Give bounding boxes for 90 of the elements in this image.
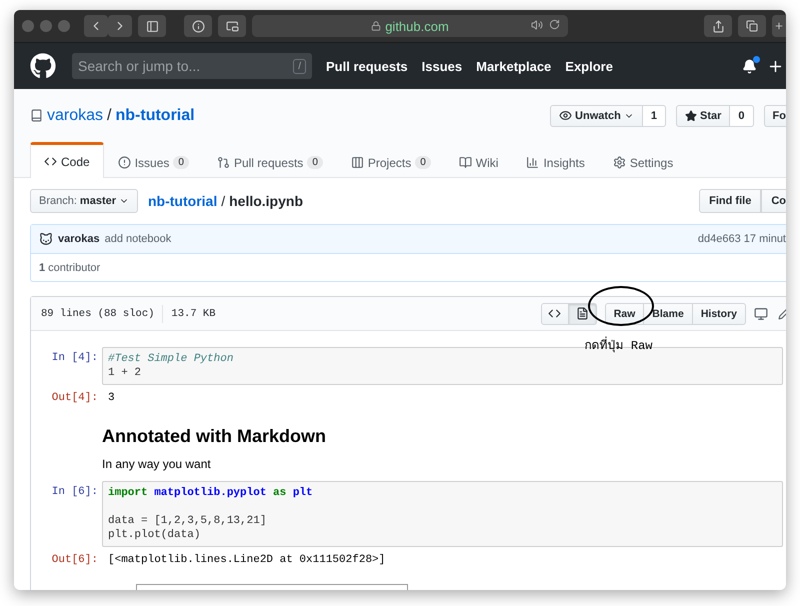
branch-button[interactable]: Branch: master bbox=[30, 189, 138, 213]
input-prompt: In [6]: bbox=[50, 485, 99, 500]
lock-icon bbox=[371, 21, 382, 31]
star-button[interactable]: Star bbox=[676, 104, 730, 126]
repo-tab[interactable]: Insights bbox=[512, 144, 599, 178]
minimize-dot-icon[interactable] bbox=[40, 20, 52, 32]
picture-in-picture-icon bbox=[226, 20, 238, 32]
nav-link[interactable]: Issues bbox=[422, 58, 462, 74]
repo-icon bbox=[30, 109, 43, 122]
tabs-icon bbox=[746, 20, 758, 32]
repo-tab[interactable]: Settings bbox=[598, 144, 688, 178]
alert-circle-icon bbox=[118, 156, 131, 169]
tab-counter: 0 bbox=[307, 156, 323, 169]
forward-button[interactable] bbox=[108, 15, 132, 37]
avatar-icon bbox=[39, 232, 53, 246]
shortcut-key: / bbox=[293, 58, 306, 74]
unread-dot bbox=[753, 56, 760, 62]
book-icon bbox=[458, 156, 472, 169]
social-count[interactable]: 1 bbox=[642, 104, 666, 126]
sidebar-icon bbox=[146, 20, 158, 32]
close-dot-icon[interactable] bbox=[22, 20, 34, 32]
path-separator: / bbox=[221, 193, 226, 209]
view-toggle-button[interactable] bbox=[540, 302, 569, 324]
repo-tab[interactable]: Wiki bbox=[444, 144, 512, 178]
sidebar-button[interactable] bbox=[138, 15, 166, 37]
repo-tab[interactable]: Projects 0 bbox=[336, 144, 445, 178]
nav-link[interactable]: Explore bbox=[565, 58, 613, 74]
markdown-text: In any way you want bbox=[102, 457, 212, 471]
markdown-heading: Annotated with Markdown bbox=[102, 426, 327, 447]
file-size: 13.7 KB bbox=[171, 308, 216, 320]
share-button[interactable] bbox=[704, 15, 732, 37]
file-action-button[interactable]: Find file bbox=[699, 189, 762, 213]
reload-icon bbox=[549, 19, 560, 31]
commit-message[interactable]: add notebook bbox=[104, 233, 172, 245]
output-text: [<matplotlib.lines.Line2D at 0x111502f28>] bbox=[107, 553, 386, 566]
input-prompt: In [4]: bbox=[50, 351, 99, 366]
new-tab-button[interactable] bbox=[772, 15, 786, 37]
view-toggle-button[interactable] bbox=[568, 302, 597, 324]
logo-icon[interactable] bbox=[30, 53, 56, 79]
nav-link[interactable]: Marketplace bbox=[476, 58, 552, 74]
code-icon bbox=[44, 155, 57, 168]
tabs-button[interactable] bbox=[738, 15, 766, 37]
repo-tab[interactable]: Code bbox=[30, 142, 104, 178]
bell-icon[interactable] bbox=[742, 58, 757, 74]
pip-button[interactable] bbox=[218, 15, 246, 37]
plus-icon bbox=[774, 21, 784, 31]
repo-tab[interactable]: Pull requests 0 bbox=[202, 144, 337, 178]
search-placeholder: Search or jump to... bbox=[78, 58, 200, 74]
tab-counter: 0 bbox=[415, 156, 431, 169]
repo-tab[interactable]: Issues 0 bbox=[104, 144, 203, 178]
raw-button[interactable]: Raw bbox=[604, 302, 644, 324]
code-cell[interactable]: import matplotlib.pyplot as plt data = [1,2,3,5,8,13,21] plt.plot(data) bbox=[102, 481, 783, 547]
star-icon bbox=[685, 110, 698, 122]
monitor-icon bbox=[754, 306, 768, 320]
commit-sha[interactable]: dd4e663 17 minut bbox=[698, 233, 786, 245]
file-icon bbox=[576, 307, 589, 320]
line-count: 89 lines (88 sloc) bbox=[41, 308, 154, 320]
repo-link[interactable]: nb-tutorial bbox=[148, 193, 218, 209]
columns-icon bbox=[350, 156, 364, 169]
address-bar[interactable]: github.com bbox=[252, 15, 568, 37]
speaker-icon bbox=[531, 19, 543, 31]
path-separator: / bbox=[107, 106, 112, 124]
tab-counter: 0 bbox=[173, 156, 189, 169]
code-icon bbox=[548, 307, 562, 320]
output-prompt: Out[6]: bbox=[50, 553, 99, 566]
zoom-dot-icon[interactable] bbox=[58, 20, 70, 32]
share-icon bbox=[712, 20, 724, 32]
file-action-button[interactable]: Blame bbox=[643, 302, 693, 324]
bar-chart-icon bbox=[526, 156, 540, 169]
info-icon bbox=[192, 20, 204, 32]
file-name: hello.ipynb bbox=[229, 193, 303, 209]
output-text: 3 bbox=[107, 391, 115, 404]
author-link[interactable]: varokas bbox=[58, 233, 100, 245]
eye-icon bbox=[559, 109, 572, 122]
watch-button[interactable]: Unwatch bbox=[550, 104, 643, 126]
nav-link[interactable]: Pull requests bbox=[326, 58, 408, 74]
social-count[interactable]: 0 bbox=[730, 104, 754, 126]
repo-link[interactable]: nb-tutorial bbox=[115, 106, 195, 124]
back-button[interactable] bbox=[84, 15, 108, 37]
output-prompt: Out[4]: bbox=[50, 391, 99, 404]
file-action-button[interactable]: History bbox=[692, 302, 746, 324]
reader-button[interactable] bbox=[184, 15, 212, 37]
search-field[interactable]: Search or jump to... / bbox=[72, 53, 312, 79]
file-action-button[interactable]: Co bbox=[761, 189, 786, 213]
settings-icon bbox=[612, 156, 626, 169]
contributors-text[interactable]: 1 contributor bbox=[39, 262, 100, 274]
owner-link[interactable]: varokas bbox=[47, 106, 104, 124]
fork-button[interactable]: Fo bbox=[764, 104, 786, 126]
url-text: github.com bbox=[385, 18, 449, 34]
pull-request-icon bbox=[216, 156, 230, 169]
